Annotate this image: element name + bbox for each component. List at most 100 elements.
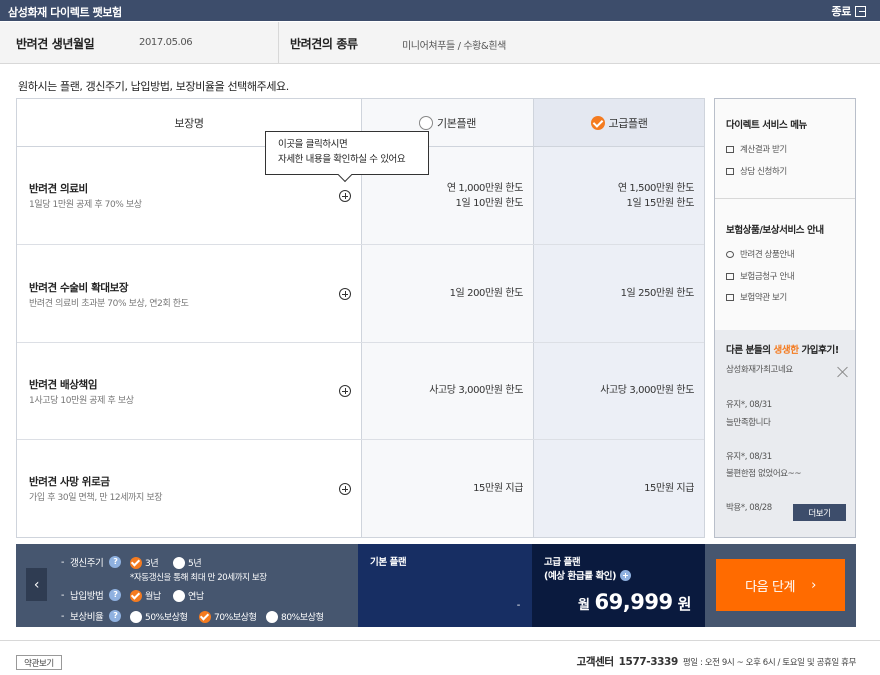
chat-icon	[726, 293, 734, 301]
price-amount: 69,999	[594, 590, 674, 614]
sidebar-item-label: 반려견 상품안내	[740, 250, 795, 260]
coverage-title: 반려견 배상책임	[29, 379, 98, 391]
details-plus-icon[interactable]	[339, 483, 351, 495]
coverage-desc: 1사고당 10만원 공제 후 보상	[29, 396, 134, 406]
headset-icon	[726, 250, 734, 258]
coverage-title: 반려견 사망 위로금	[29, 476, 110, 488]
review-text: 늘만족합니다	[726, 418, 771, 428]
review-author: 유지*, 08/31	[726, 400, 772, 410]
radio-unchecked-icon	[173, 556, 185, 569]
breed-value: 미니어쳐푸들 / 수황&흰색	[402, 41, 506, 52]
check-circle-icon	[130, 556, 142, 569]
price-prefix: 월	[577, 598, 590, 613]
basic-plan-price-panel: 기본 플랜 -	[358, 544, 532, 627]
close-icon[interactable]	[837, 366, 849, 378]
plan-premium-label: 고급플랜	[608, 116, 648, 130]
customer-center: 고객센터 1577-3339 평일 : 오전 9시 ~ 오후 6시 / 토요일 …	[577, 654, 857, 669]
basic-value: 15만원 지급	[473, 483, 523, 494]
help-icon[interactable]: ?	[109, 556, 122, 568]
birth-label: 반려견 생년월일	[16, 37, 95, 51]
mail-icon	[726, 145, 734, 153]
renewal-5yr-option[interactable]: 5년	[173, 556, 202, 569]
sidebar-divider	[715, 198, 855, 199]
service-sidebar: 다이렉트 서비스 메뉴 계산결과 받기 상담 신청하기 보험상품/보상서비스 안…	[714, 98, 856, 538]
help-icon[interactable]: ?	[109, 610, 122, 622]
basic-value: 연 1,000만원 한도 1일 10만원 한도	[446, 183, 524, 209]
coverage-title: 반려견 수술비 확대보장	[29, 282, 129, 294]
info-divider	[278, 22, 279, 64]
tooltip-line-2: 자세한 내용을 확인하실 수 있어요	[278, 154, 406, 165]
sidebar-item-terms[interactable]: 보험약관 보기	[726, 291, 787, 303]
next-step-button[interactable]: 다음 단계 ›	[716, 559, 845, 611]
close-button[interactable]: 종료	[832, 3, 866, 19]
ratio-label: 보상비율	[70, 612, 104, 623]
option-label: 80%보상형	[281, 613, 324, 623]
options-price-bar: ‹ - 갱신주기 ? 3년 5년 *자동갱신을 통해 최대 만 20세까지 보장…	[16, 544, 856, 627]
row-premium-cell: 연 1,500만원 한도 1일 15만원 한도	[533, 147, 704, 244]
help-icon[interactable]: ?	[109, 589, 122, 601]
basic-value: 사고당 3,000만원 한도	[429, 385, 523, 396]
reviews-title-highlight: 생생한	[773, 345, 799, 356]
ratio-70-option[interactable]: 70%보상형	[199, 610, 257, 623]
details-plus-icon[interactable]	[339, 190, 351, 202]
bullet-dash: -	[61, 610, 65, 622]
terms-button[interactable]: 약관보기	[16, 655, 62, 670]
sidebar-item-label: 보험금청구 안내	[740, 272, 795, 282]
ratio-50-option[interactable]: 50%보상형	[130, 610, 188, 623]
review-author: 유지*, 08/31	[726, 452, 772, 462]
premium-plan-price-panel: 고급 플랜 (예상 환급률 확인) 월 69,999 원	[532, 544, 705, 627]
table-row: 반려견 사망 위로금 가입 후 30일 면책, 만 12세까지 보장 15만원 …	[17, 440, 704, 537]
birth-value: 2017.05.06	[139, 37, 193, 48]
basic-plan-price-title: 기본 플랜	[370, 557, 407, 568]
table-row: 반려견 수술비 확대보장 반려견 의료비 초과분 70% 보상, 연2회 한도 …	[17, 245, 704, 343]
footer: 약관보기 고객센터 1577-3339 평일 : 오전 9시 ~ 오후 6시 /…	[0, 640, 880, 675]
review-text: 삼성화재가최고네요	[726, 365, 793, 375]
inbox-icon	[726, 272, 734, 280]
review-text: 불편한점 없었어요~~	[726, 469, 802, 479]
ratio-80-option[interactable]: 80%보상형	[266, 610, 324, 623]
sidebar-item-consult[interactable]: 상담 신청하기	[726, 165, 787, 177]
row-name-cell: 반려견 수술비 확대보장 반려견 의료비 초과분 70% 보상, 연2회 한도	[17, 245, 361, 342]
coverage-desc: 반려견 의료비 초과분 70% 보상, 연2회 한도	[29, 299, 189, 309]
prev-button[interactable]: ‹	[26, 568, 47, 601]
coverage-desc: 1일당 1만원 공제 후 70% 보상	[29, 200, 142, 210]
renewal-3yr-option[interactable]: 3년	[130, 556, 159, 569]
details-plus-icon[interactable]	[339, 288, 351, 300]
option-label: 연납	[188, 592, 204, 602]
bullet-dash: -	[61, 589, 65, 601]
close-label: 종료	[831, 5, 852, 18]
radio-unchecked-icon	[173, 589, 185, 602]
reviews-title-suffix: 가입후기!	[798, 345, 839, 356]
sidebar-item-product-info[interactable]: 반려견 상품안내	[726, 248, 795, 260]
check-circle-icon	[590, 115, 605, 130]
more-reviews-button[interactable]: 더보기	[793, 504, 846, 521]
service-menu-title: 다이렉트 서비스 메뉴	[726, 120, 807, 131]
cs-hours: 평일 : 오전 9시 ~ 오후 6시 / 토요일 및 공휴일 휴무	[682, 658, 857, 668]
payment-label: 납입방법	[70, 591, 104, 602]
row-name-cell: 반려견 사망 위로금 가입 후 30일 면책, 만 12세까지 보장	[17, 440, 361, 537]
bullet-dash: -	[61, 556, 65, 568]
cs-number: 1577-3339	[618, 656, 679, 668]
basic-plan-price-value: -	[516, 600, 521, 611]
row-basic-cell: 15만원 지급	[361, 440, 533, 537]
details-plus-icon[interactable]	[339, 385, 351, 397]
table-row: 반려견 배상책임 1사고당 10만원 공제 후 보상 사고당 3,000만원 한…	[17, 343, 704, 440]
payment-yearly-option[interactable]: 연납	[173, 589, 204, 602]
basic-value: 1일 200만원 한도	[449, 288, 524, 299]
refund-rate-link[interactable]: (예상 환급률 확인)	[544, 568, 632, 582]
radio-unchecked-icon	[419, 115, 434, 130]
title-bar: 삼성화재 다이렉트 팻보험 종료	[0, 0, 880, 21]
row-basic-cell: 1일 200만원 한도	[361, 245, 533, 342]
sidebar-item-label: 상담 신청하기	[740, 167, 787, 177]
reviews-panel: 다른 분들의 생생한 가입후기! 삼성화재가최고네요 유지*, 08/31 늘만…	[715, 330, 855, 537]
premium-plan-price-title: 고급 플랜	[544, 557, 581, 568]
payment-monthly-option[interactable]: 월납	[130, 589, 161, 602]
renewal-note: *자동갱신을 통해 최대 만 20세까지 보장	[130, 573, 267, 583]
instruction-text: 원하시는 플랜, 갱신주기, 납입방법, 보장비율을 선택해주세요.	[18, 80, 289, 93]
premium-value: 연 1,500만원 한도 1일 15만원 한도	[617, 183, 695, 209]
radio-unchecked-icon	[266, 610, 278, 623]
sidebar-item-calc-result[interactable]: 계산결과 받기	[726, 143, 787, 155]
sidebar-item-claim-info[interactable]: 보험금청구 안내	[726, 270, 795, 282]
plan-premium-option[interactable]: 고급플랜	[533, 99, 704, 146]
check-circle-icon	[199, 610, 211, 623]
